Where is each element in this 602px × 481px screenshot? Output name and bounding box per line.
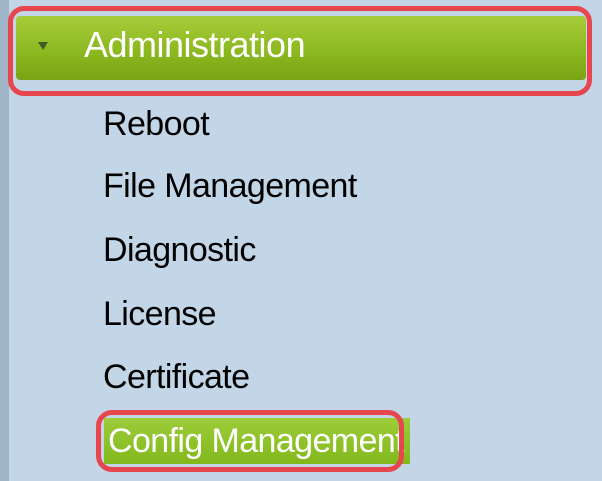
administration-section-title[interactable]: Administration <box>84 24 306 66</box>
triangle-down-icon[interactable] <box>38 42 48 50</box>
panel-left-border <box>0 0 9 481</box>
menu-item-diagnostic[interactable]: Diagnostic <box>103 230 256 270</box>
navigation-panel: Administration Reboot File Management Di… <box>0 0 602 481</box>
menu-item-config-management[interactable]: Config Management <box>104 418 410 464</box>
menu-item-certificate[interactable]: Certificate <box>103 357 250 397</box>
menu-item-license[interactable]: License <box>103 294 217 334</box>
menu-item-reboot[interactable]: Reboot <box>103 104 210 144</box>
menu-item-file-management[interactable]: File Management <box>103 166 357 206</box>
